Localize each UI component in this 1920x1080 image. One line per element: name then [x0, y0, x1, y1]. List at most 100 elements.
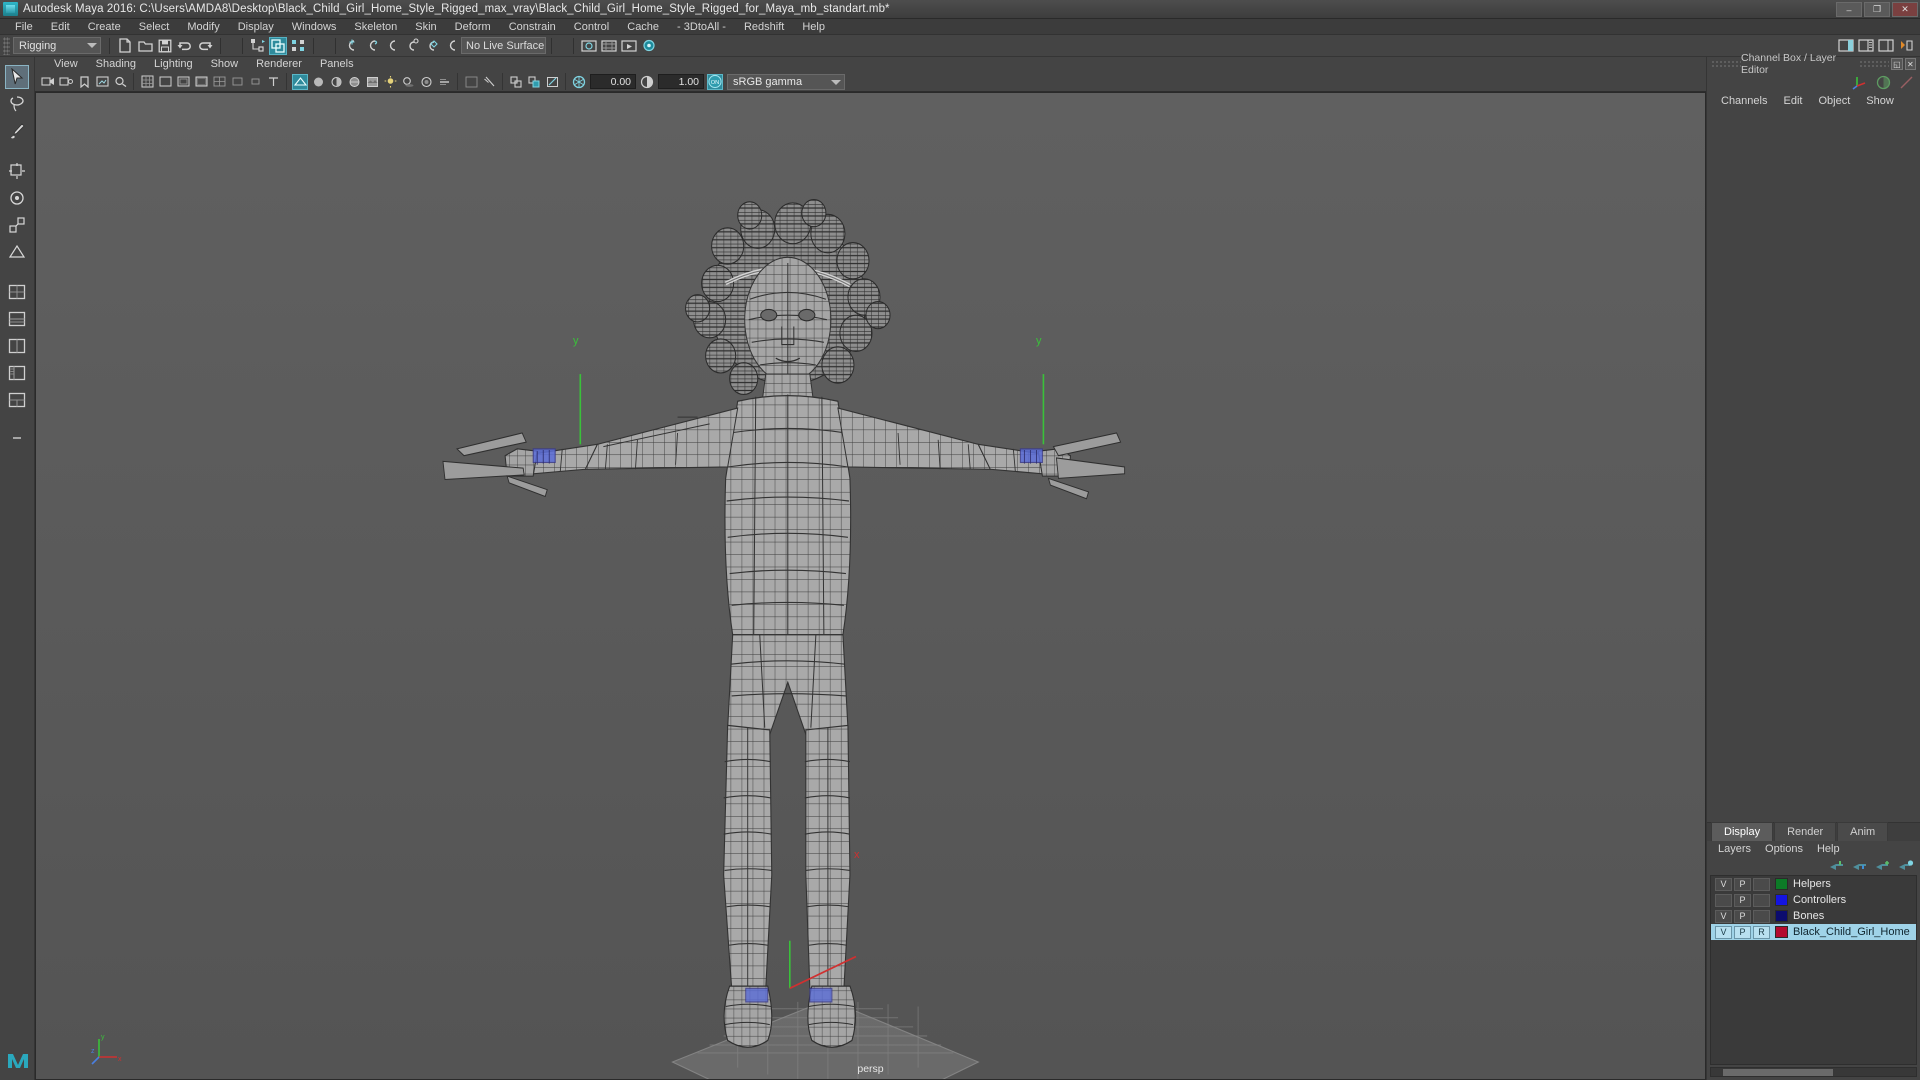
menu-deform[interactable]: Deform [446, 19, 500, 35]
color-management-toggle-icon[interactable]: ON [707, 73, 723, 90]
gamma-field[interactable]: 1.00 [658, 74, 704, 89]
layer-playback-toggle[interactable]: P [1734, 877, 1751, 891]
use-all-lights-icon[interactable] [382, 74, 398, 90]
attribute-editor-toggle-icon[interactable] [1857, 37, 1875, 55]
xray-select-icon[interactable] [481, 74, 497, 90]
layer-row-helpers[interactable]: V P Helpers [1711, 876, 1916, 892]
layer-row-controllers[interactable]: P Controllers [1711, 892, 1916, 908]
close-button[interactable]: ✕ [1892, 2, 1918, 17]
maximize-button[interactable]: ❐ [1864, 2, 1890, 17]
smooth-shade-selected-icon[interactable] [328, 74, 344, 90]
tab-render[interactable]: Render [1774, 822, 1837, 841]
menu-skeleton[interactable]: Skeleton [345, 19, 406, 35]
channel-menu-object[interactable]: Object [1810, 93, 1858, 109]
select-by-hierarchy-icon[interactable] [249, 37, 267, 55]
redo-icon[interactable] [196, 37, 214, 55]
snap-to-view-planes-icon[interactable] [422, 37, 440, 55]
menu-help[interactable]: Help [793, 19, 834, 35]
menu-3dtoall[interactable]: - 3DtoAll - [668, 19, 735, 35]
lasso-tool-icon[interactable] [5, 92, 29, 116]
new-layer-from-selected-icon[interactable] [1898, 859, 1914, 872]
scrollbar-thumb[interactable] [1723, 1068, 1833, 1076]
select-camera-icon[interactable] [40, 74, 56, 90]
viewport-menu-shading[interactable]: Shading [87, 57, 145, 72]
exposure-icon[interactable] [571, 74, 587, 90]
outliner-persp-layout-icon[interactable] [5, 361, 29, 385]
snap-to-projected-center-icon[interactable] [402, 37, 420, 55]
camera-attributes-icon[interactable] [58, 74, 74, 90]
motion-blur-icon[interactable] [436, 74, 452, 90]
grid-toggle-icon[interactable] [139, 74, 155, 90]
menu-create[interactable]: Create [79, 19, 130, 35]
safe-title-icon[interactable] [247, 74, 263, 90]
smooth-shade-all-icon[interactable] [310, 74, 326, 90]
menu-cache[interactable]: Cache [618, 19, 668, 35]
viewport-menu-lighting[interactable]: Lighting [145, 57, 202, 72]
layer-reference-toggle[interactable]: R [1753, 925, 1770, 939]
select-by-component-type-icon[interactable] [289, 37, 307, 55]
menu-file[interactable]: File [6, 19, 42, 35]
new-layer-icon[interactable] [1875, 859, 1891, 872]
layer-playback-toggle[interactable]: P [1734, 893, 1751, 907]
menu-skin[interactable]: Skin [406, 19, 445, 35]
wireframe-shading-icon[interactable] [292, 73, 308, 90]
menu-constrain[interactable]: Constrain [500, 19, 565, 35]
layer-list-horizontal-scrollbar[interactable] [1710, 1067, 1917, 1077]
move-layer-down-icon[interactable] [1852, 859, 1868, 872]
layer-menu-layers[interactable]: Layers [1711, 841, 1758, 857]
layer-visibility-toggle[interactable] [1715, 893, 1732, 907]
hypershade-persp-layout-icon[interactable] [5, 388, 29, 412]
ipr-render-icon[interactable] [620, 37, 638, 55]
channel-menu-channels[interactable]: Channels [1713, 93, 1775, 109]
layer-list[interactable]: V P Helpers P Controllers V P Bones V P … [1710, 875, 1917, 1065]
resolution-gate-icon[interactable] [175, 74, 191, 90]
snap-to-point-icon[interactable] [382, 37, 400, 55]
gate-mask-icon[interactable] [193, 74, 209, 90]
paint-select-tool-icon[interactable] [5, 119, 29, 143]
perspective-viewport[interactable]: y y x persp y x z [35, 92, 1706, 1080]
toolbar-grip[interactable] [3, 36, 10, 55]
rotate-tool-icon[interactable] [5, 186, 29, 210]
viewport-menu-show[interactable]: Show [202, 57, 248, 72]
manipulator-axis-icon[interactable] [1852, 74, 1868, 90]
layer-reference-toggle[interactable] [1753, 893, 1770, 907]
texture-display-icon[interactable] [364, 74, 380, 90]
save-scene-icon[interactable] [156, 37, 174, 55]
snap-to-curve-icon[interactable] [362, 37, 380, 55]
viewport-menu-panels[interactable]: Panels [311, 57, 363, 72]
make-live-icon[interactable] [442, 37, 460, 55]
render-settings-icon[interactable] [640, 37, 658, 55]
menu-modify[interactable]: Modify [178, 19, 228, 35]
undock-icon[interactable]: ◱ [1891, 58, 1903, 70]
open-scene-icon[interactable] [136, 37, 154, 55]
layer-row-black-child-girl-home[interactable]: V P R Black_Child_Girl_Home [1711, 924, 1916, 940]
layer-reference-toggle[interactable] [1753, 877, 1770, 891]
tab-display[interactable]: Display [1711, 822, 1774, 841]
scale-tool-icon[interactable] [5, 213, 29, 237]
channel-box-toggle-icon[interactable] [1877, 37, 1895, 55]
color-profile-selector[interactable]: sRGB gamma [727, 73, 845, 90]
channel-box-expand-icon[interactable] [1899, 75, 1914, 90]
menu-display[interactable]: Display [229, 19, 283, 35]
layer-visibility-toggle[interactable]: V [1715, 925, 1732, 939]
layer-row-bones[interactable]: V P Bones [1711, 908, 1916, 924]
layer-menu-help[interactable]: Help [1810, 841, 1847, 857]
channel-box-lock-icon[interactable] [1876, 75, 1891, 90]
two-pane-layout-icon[interactable] [5, 307, 29, 331]
xray-active-components-icon[interactable] [544, 74, 560, 90]
two-dimensional-pan-zoom-icon[interactable] [112, 74, 128, 90]
screen-space-ao-icon[interactable] [418, 74, 434, 90]
layer-visibility-toggle[interactable]: V [1715, 909, 1732, 923]
snap-to-grid-icon[interactable] [342, 37, 360, 55]
menu-select[interactable]: Select [130, 19, 179, 35]
last-tool-used-icon[interactable] [5, 240, 29, 264]
panel-grip[interactable] [1859, 59, 1890, 69]
layer-color-swatch[interactable] [1775, 926, 1788, 938]
move-layer-up-icon[interactable] [1829, 859, 1845, 872]
toolbox-expand-icon[interactable] [5, 428, 29, 452]
layer-playback-toggle[interactable]: P [1734, 909, 1751, 923]
panel-grip[interactable] [1711, 59, 1741, 69]
menu-set-selector[interactable]: Rigging [13, 37, 101, 54]
text-overlay-icon[interactable] [265, 74, 281, 90]
xray-joints-icon[interactable] [508, 74, 524, 90]
